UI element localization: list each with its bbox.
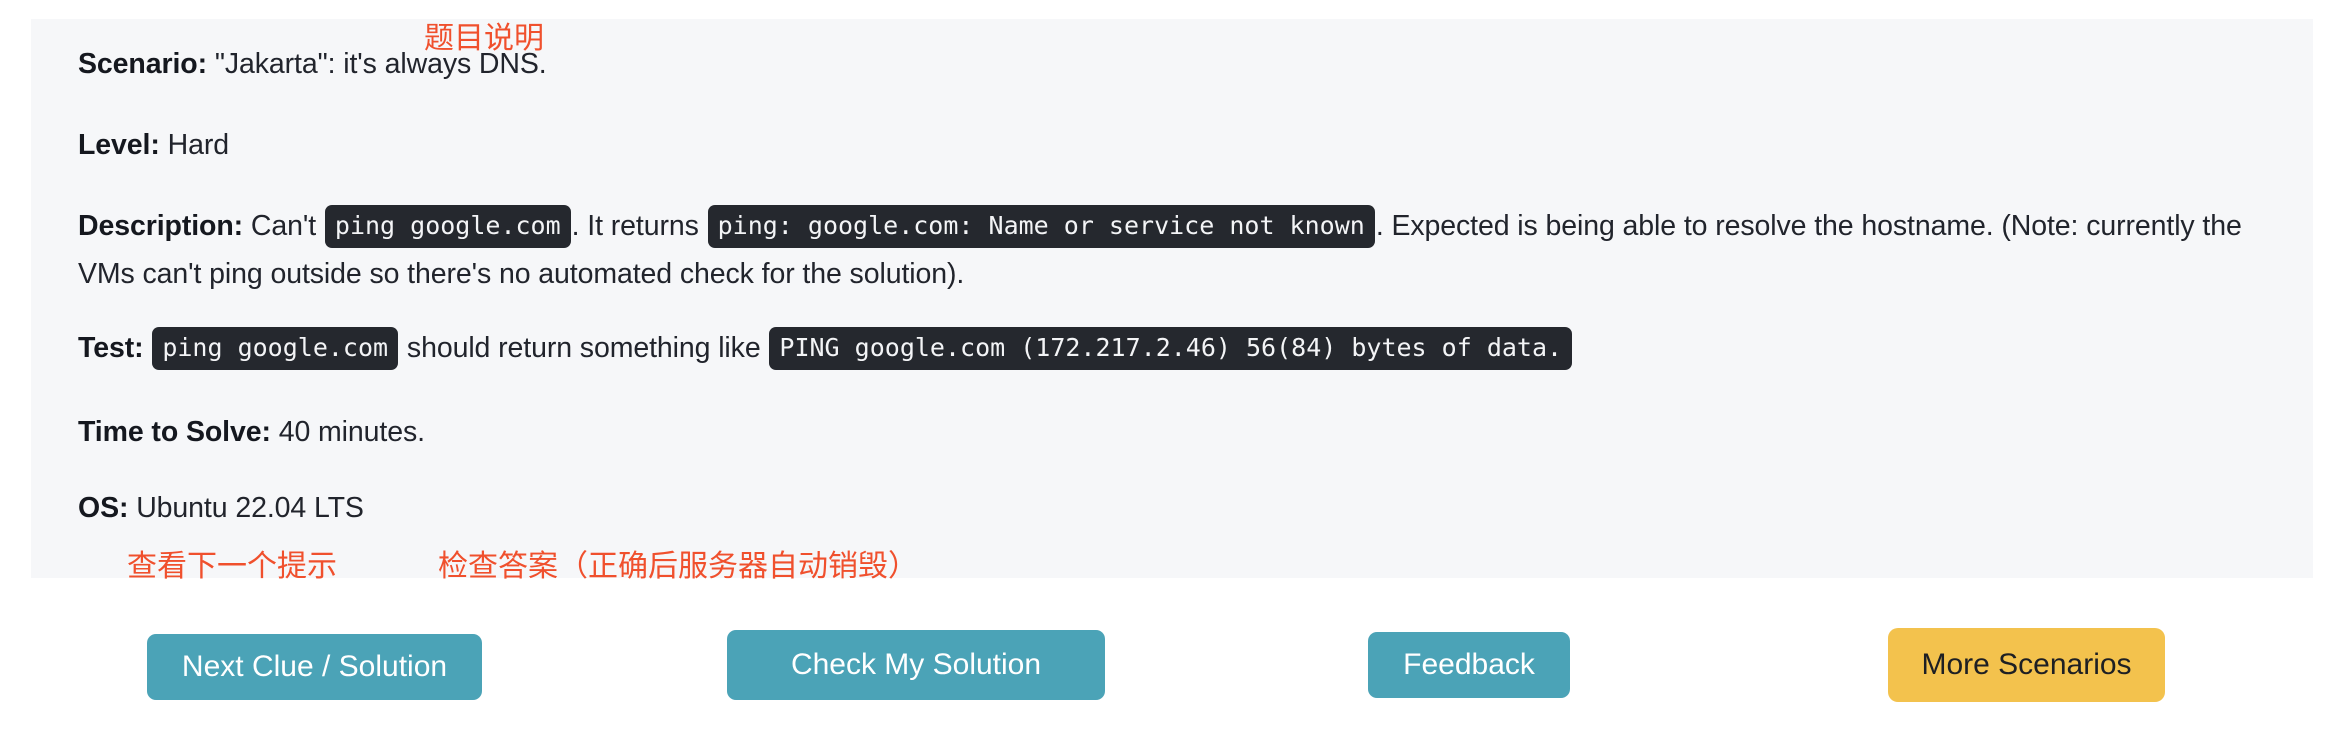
annotation-next-clue: 查看下一个提示 bbox=[127, 549, 337, 584]
os-label: OS: bbox=[78, 492, 129, 524]
time-to-solve-value: 40 minutes. bbox=[278, 416, 425, 448]
scenario-line: Scenario: "Jakarta": it's always DNS. bbox=[78, 40, 2283, 88]
check-my-solution-button[interactable]: Check My Solution bbox=[727, 630, 1105, 700]
time-to-solve-line: Time to Solve: 40 minutes. bbox=[78, 408, 2283, 456]
scenario-info-panel: Scenario: "Jakarta": it's always DNS. Le… bbox=[31, 19, 2313, 578]
test-code-ping-command: ping google.com bbox=[152, 327, 399, 370]
annotation-task-description: 题目说明 bbox=[424, 21, 544, 56]
time-to-solve-label: Time to Solve: bbox=[78, 416, 271, 448]
description-line: Description: Can't ping google.com. It r… bbox=[78, 202, 2273, 298]
scenario-label: Scenario: bbox=[78, 48, 207, 80]
level-label: Level: bbox=[78, 129, 160, 161]
description-code-ping-command: ping google.com bbox=[324, 205, 571, 248]
description-code-error-output: ping: google.com: Name or service not kn… bbox=[707, 205, 1375, 248]
description-text-1: Can't bbox=[250, 210, 317, 242]
annotation-check-solution: 检查答案（正确后服务器自动销毁） bbox=[438, 549, 918, 584]
test-line: Test: ping google.com should return some… bbox=[78, 324, 2283, 372]
level-line: Level: Hard bbox=[78, 121, 2283, 169]
feedback-button[interactable]: Feedback bbox=[1368, 632, 1570, 698]
os-value: Ubuntu 22.04 LTS bbox=[136, 492, 364, 524]
description-label: Description: bbox=[78, 210, 244, 242]
next-clue-solution-button[interactable]: Next Clue / Solution bbox=[147, 634, 482, 700]
test-text: should return something like bbox=[406, 332, 761, 364]
test-code-expected-output: PING google.com (172.217.2.46) 56(84) by… bbox=[769, 327, 1573, 370]
test-label: Test: bbox=[78, 332, 144, 364]
description-text-2: . It returns bbox=[571, 210, 699, 242]
level-value: Hard bbox=[167, 129, 229, 161]
os-line: OS: Ubuntu 22.04 LTS bbox=[78, 484, 2283, 532]
more-scenarios-button[interactable]: More Scenarios bbox=[1888, 628, 2165, 702]
